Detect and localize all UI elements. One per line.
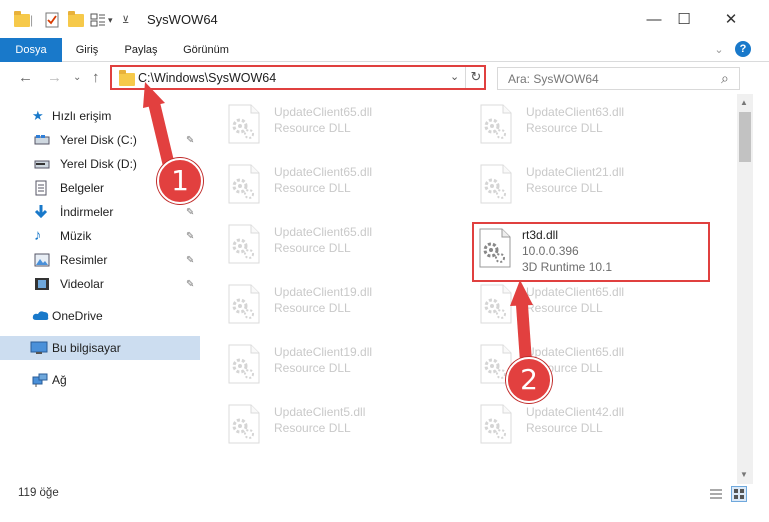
callout-2: 2	[506, 357, 552, 403]
annotation-arrows	[143, 82, 533, 363]
callout-1: 1	[157, 158, 203, 204]
